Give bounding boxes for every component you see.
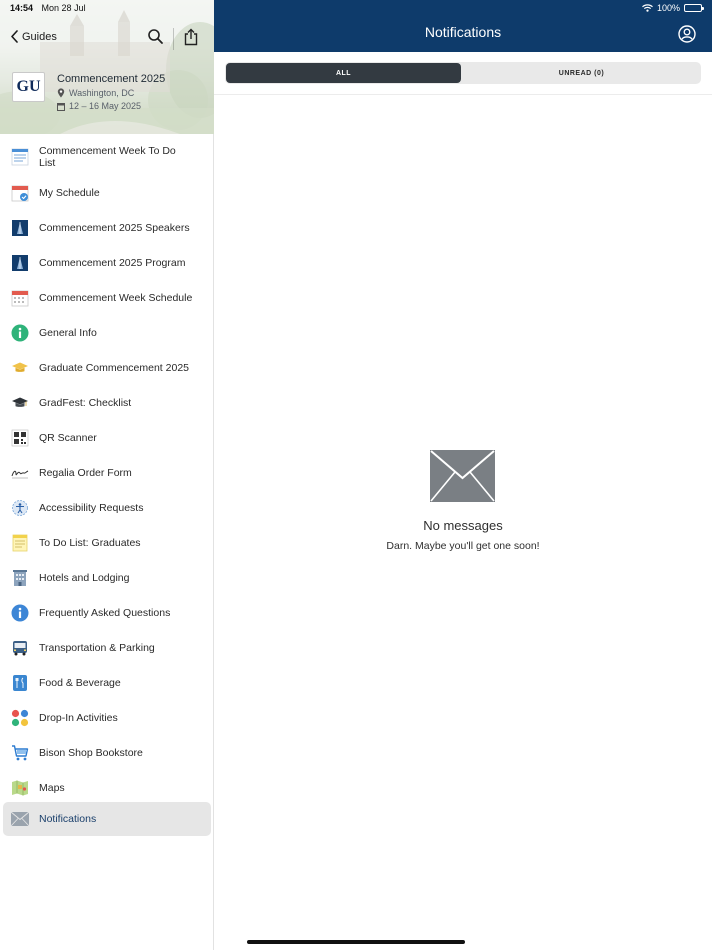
sidebar-item-my-schedule[interactable]: My Schedule bbox=[3, 176, 211, 210]
page-title: Notifications bbox=[424, 24, 502, 40]
sidebar-item-label: GradFest: Checklist bbox=[39, 397, 132, 409]
bus-icon bbox=[12, 641, 27, 656]
sidebar-item-label: Commencement 2025 Program bbox=[39, 257, 186, 269]
empty-state-subtitle: Darn. Maybe you'll get one soon! bbox=[386, 540, 540, 552]
envelope-icon bbox=[10, 812, 29, 826]
tab-all[interactable]: ALL bbox=[226, 63, 461, 83]
event-dates-text: 12 – 16 May 2025 bbox=[69, 101, 142, 111]
qr-code-icon bbox=[11, 429, 28, 447]
event-location-text: Washington, DC bbox=[69, 88, 135, 98]
sidebar-item-label: Accessibility Requests bbox=[39, 502, 144, 514]
food-icon bbox=[12, 675, 27, 691]
sidebar-item-label: Graduate Commencement 2025 bbox=[39, 362, 189, 374]
sidebar-item-label: Commencement 2025 Speakers bbox=[39, 222, 190, 234]
back-label: Guides bbox=[22, 30, 57, 43]
battery-icon bbox=[684, 4, 704, 12]
notepad-icon bbox=[12, 534, 27, 552]
graduation-cap-icon bbox=[11, 397, 28, 407]
sidebar-item-frequently-asked-questions[interactable]: Frequently Asked Questions bbox=[3, 596, 211, 630]
empty-state-title: No messages bbox=[423, 518, 503, 533]
notifications-filter-tabs: ALL UNREAD (0) bbox=[225, 62, 701, 84]
chevron-left-icon bbox=[11, 30, 18, 43]
home-indicator[interactable] bbox=[247, 940, 465, 944]
main-panel: 100% Notifications ALL UNREAD (0) No mes… bbox=[214, 0, 712, 950]
sidebar-item-label: Food & Beverage bbox=[39, 677, 121, 689]
sidebar-item-maps[interactable]: Maps bbox=[3, 771, 211, 805]
battery-percent: 100% bbox=[656, 3, 680, 13]
sidebar-item-label: Bison Shop Bookstore bbox=[39, 747, 143, 759]
graduation-cap-gold-icon bbox=[11, 362, 28, 372]
sidebar-item-gradfest-checklist[interactable]: GradFest: Checklist bbox=[3, 386, 211, 420]
sidebar-item-label: Notifications bbox=[39, 813, 97, 825]
accessibility-icon bbox=[11, 500, 28, 516]
sidebar-item-graduate-commencement-2025[interactable]: Graduate Commencement 2025 bbox=[3, 351, 211, 385]
nav-bar: 100% Notifications bbox=[214, 0, 712, 52]
search-icon[interactable] bbox=[147, 28, 164, 45]
sidebar-item-label: My Schedule bbox=[39, 187, 100, 199]
tab-unread[interactable]: UNREAD (0) bbox=[463, 63, 700, 83]
sidebar-item-notifications[interactable]: Notifications bbox=[3, 802, 211, 836]
signature-icon bbox=[11, 470, 28, 479]
activities-dots-icon bbox=[11, 709, 28, 727]
sidebar-item-label: QR Scanner bbox=[39, 432, 97, 444]
program-book-icon bbox=[11, 255, 28, 271]
event-dates: 12 – 16 May 2025 bbox=[57, 101, 141, 111]
sidebar-item-qr-scanner[interactable]: QR Scanner bbox=[3, 421, 211, 455]
status-bar-right: 100% bbox=[642, 3, 704, 13]
hotel-icon bbox=[12, 570, 27, 586]
sidebar-item-food-beverage[interactable]: Food & Beverage bbox=[3, 666, 211, 700]
back-guides-button[interactable]: Guides bbox=[10, 30, 57, 43]
status-time: 14:54 bbox=[10, 3, 34, 13]
sidebar-item-accessibility-requests[interactable]: Accessibility Requests bbox=[3, 491, 211, 525]
sidebar-item-drop-in-activities[interactable]: Drop-In Activities bbox=[3, 701, 211, 735]
sidebar-item-label: Hotels and Lodging bbox=[39, 572, 130, 584]
sidebar-item-commencement-2025-program[interactable]: Commencement 2025 Program bbox=[3, 246, 211, 280]
location-pin-icon bbox=[57, 88, 65, 98]
sidebar-item-label: Commencement Week To Do List bbox=[39, 145, 176, 169]
status-bar-left: 14:54 Mon 28 Jul bbox=[10, 3, 86, 13]
sidebar-item-label: General Info bbox=[39, 327, 97, 339]
wifi-icon bbox=[642, 4, 653, 12]
info-blue-icon bbox=[11, 604, 28, 622]
sidebar-item-hotels-and-lodging[interactable]: Hotels and Lodging bbox=[3, 561, 211, 595]
sidebar-item-commencement-week-schedule[interactable]: Commencement Week Schedule bbox=[3, 281, 211, 315]
shopping-cart-icon bbox=[11, 745, 28, 761]
sidebar-item-transportation-parking[interactable]: Transportation & Parking bbox=[3, 631, 211, 665]
calendar-check-icon bbox=[11, 185, 28, 202]
share-icon[interactable] bbox=[183, 28, 199, 46]
checklist-icon bbox=[11, 148, 28, 166]
status-date: Mon 28 Jul bbox=[41, 3, 86, 13]
sidebar: 14:54 Mon 28 Jul Guides GU Commencement … bbox=[0, 0, 214, 950]
sidebar-item-label: Transportation & Parking bbox=[39, 642, 155, 654]
envelope-large-icon bbox=[430, 450, 495, 502]
event-location: Washington, DC bbox=[57, 88, 134, 98]
sidebar-item-label: Maps bbox=[39, 782, 65, 794]
profile-icon[interactable] bbox=[678, 25, 696, 43]
sidebar-item-label: Regalia Order Form bbox=[39, 467, 132, 479]
sidebar-item-bison-shop-bookstore[interactable]: Bison Shop Bookstore bbox=[3, 736, 211, 770]
event-logo: GU bbox=[12, 72, 45, 102]
event-header: 14:54 Mon 28 Jul Guides GU Commencement … bbox=[0, 0, 214, 134]
sidebar-item-label: Commencement Week Schedule bbox=[39, 292, 193, 304]
sidebar-item-label: To Do List: Graduates bbox=[39, 537, 141, 549]
sidebar-item-to-do-list-graduates[interactable]: To Do List: Graduates bbox=[3, 526, 211, 560]
calendar-small-icon bbox=[57, 102, 65, 111]
sidebar-item-label: Drop-In Activities bbox=[39, 712, 118, 724]
sidebar-item-label: Frequently Asked Questions bbox=[39, 607, 171, 619]
sidebar-item-regalia-order-form[interactable]: Regalia Order Form bbox=[3, 456, 211, 490]
map-icon bbox=[11, 780, 28, 796]
info-green-icon bbox=[11, 324, 28, 342]
calendar-icon bbox=[11, 290, 28, 307]
speakers-book-icon bbox=[11, 220, 28, 236]
sidebar-item-commencement-2025-speakers[interactable]: Commencement 2025 Speakers bbox=[3, 211, 211, 245]
event-title: Commencement 2025 bbox=[57, 73, 166, 85]
sidebar-item-general-info[interactable]: General Info bbox=[3, 316, 211, 350]
sidebar-item-commencement-week-to-do-list[interactable]: Commencement Week To Do List bbox=[3, 140, 211, 174]
